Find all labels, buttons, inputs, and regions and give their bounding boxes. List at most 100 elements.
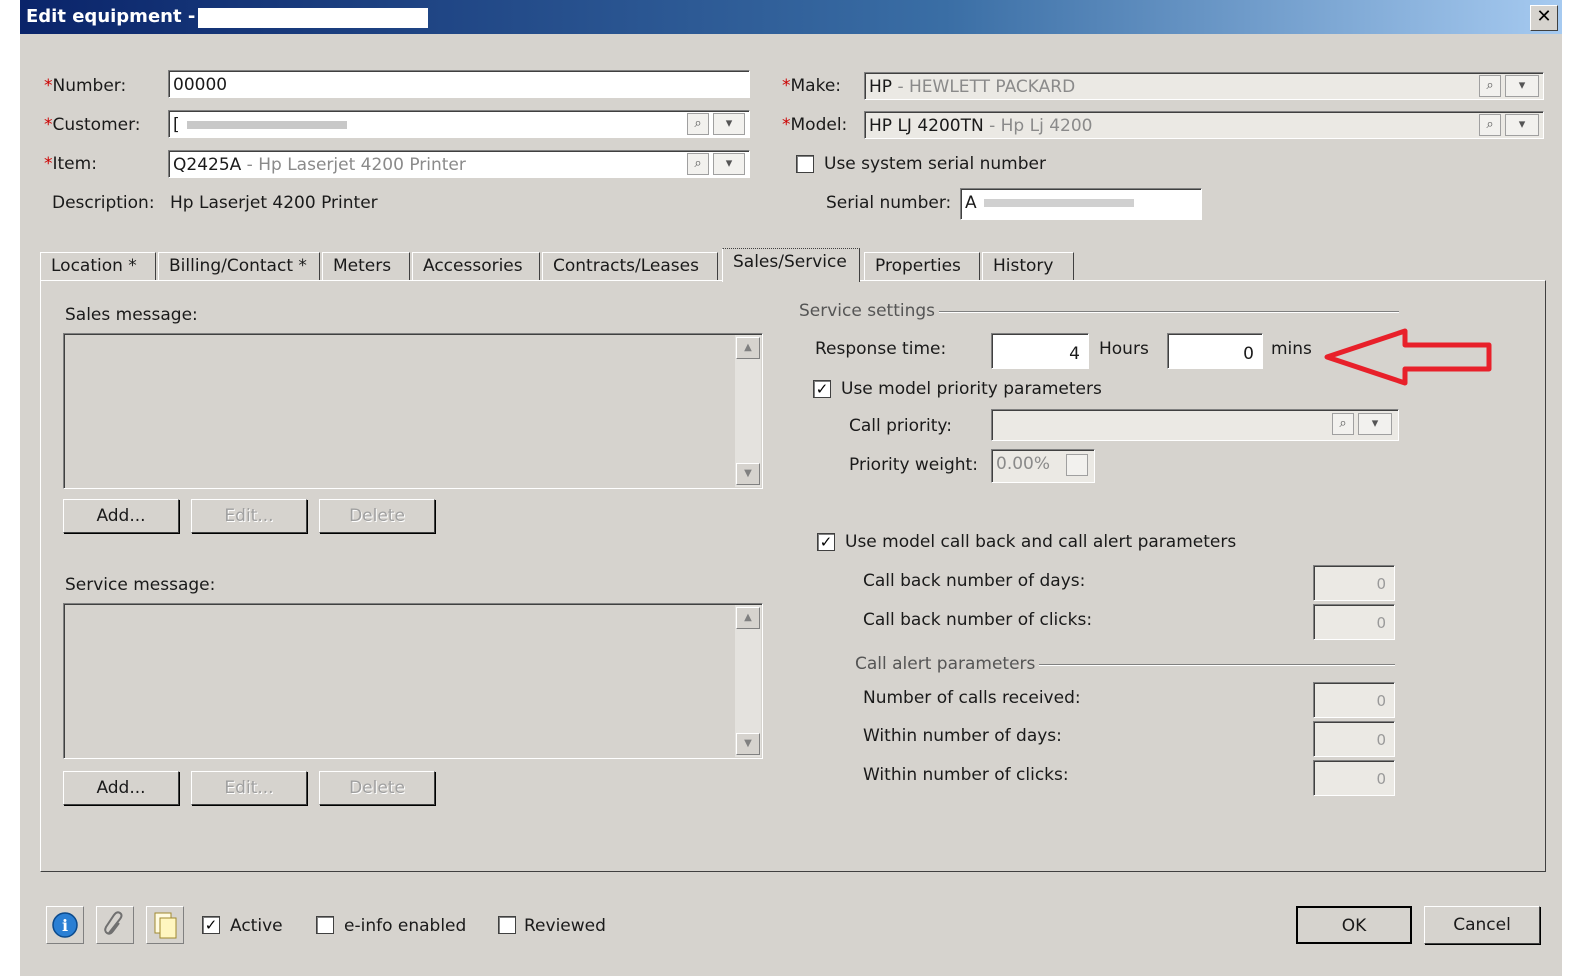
einfo-label: e-info enabled [344,916,467,936]
model-dropdown-icon[interactable]: ▾ [1505,114,1539,136]
item-lookup-icon[interactable]: ⌕ [687,153,709,175]
call-priority-field[interactable]: ⌕ ▾ [991,409,1399,441]
redacted-customer [187,121,348,129]
sales-delete-button[interactable]: Delete [319,499,435,533]
service-delete-button[interactable]: Delete [319,771,435,805]
mins-unit-label: mins [1271,339,1312,359]
use-model-callback-label: Use model call back and call alert param… [845,532,1237,552]
title-bar: Edit equipment - [ ✕ [20,0,1562,34]
response-mins-input[interactable]: 0 [1167,333,1263,369]
customer-dropdown-icon[interactable]: ▾ [713,113,745,135]
service-settings-caption: Service settings [795,301,940,321]
within-clicks-input[interactable]: 0 [1313,760,1395,796]
calls-received-label: Number of calls received: [863,688,1081,708]
scroll-down-icon[interactable]: ▼ [736,733,760,755]
priority-weight-label: Priority weight: [849,455,978,475]
reviewed-label: Reviewed [524,916,606,936]
serial-field[interactable]: A [960,188,1202,220]
description-label: Description: [52,193,155,213]
call-alert-caption: Call alert parameters [851,654,1040,674]
scroll-up-icon[interactable]: ▲ [736,607,760,629]
priority-weight-field[interactable]: 0.00% [991,449,1095,483]
service-message-label: Service message: [65,575,216,595]
make-lookup-icon[interactable]: ⌕ [1479,75,1501,97]
arrow-shape [1324,328,1492,386]
customer-lookup-icon[interactable]: ⌕ [687,113,709,135]
tab-properties[interactable]: Properties [864,252,980,280]
service-message-box[interactable]: ▲ ▼ [63,603,763,759]
sales-edit-button[interactable]: Edit... [191,499,307,533]
customer-field[interactable]: [ ⌕ ▾ [168,110,750,138]
use-model-priority-label: Use model priority parameters [841,379,1102,399]
model-lookup-icon[interactable]: ⌕ [1479,114,1501,136]
customer-label: *Customer: [44,115,141,135]
reviewed-checkbox[interactable] [498,916,516,934]
active-label: Active [230,916,283,936]
red-arrow-annotation [1324,328,1492,386]
use-system-serial-label: Use system serial number [824,154,1046,174]
attach-button[interactable] [96,906,134,944]
close-button[interactable]: ✕ [1530,5,1558,31]
within-days-label: Within number of days: [863,726,1062,746]
edit-equipment-window: Edit equipment - [ ✕ *Number: 00000 *Cus… [20,0,1562,976]
documents-icon [154,912,177,939]
sales-message-scrollbar[interactable]: ▲ ▼ [735,335,761,487]
tab-sales-service[interactable]: Sales/Service [722,248,860,282]
call-back-clicks-label: Call back number of clicks: [863,610,1093,630]
use-system-serial-checkbox[interactable] [796,155,814,173]
sales-message-box[interactable]: ▲ ▼ [63,333,763,489]
info-icon: i [52,912,78,938]
model-label: *Model: [782,115,848,135]
tab-history[interactable]: History [982,252,1074,280]
scroll-up-icon[interactable]: ▲ [736,337,760,359]
call-back-days-input[interactable]: 0 [1313,565,1395,601]
tab-contracts-leases[interactable]: Contracts/Leases [542,252,718,280]
ok-button[interactable]: OK [1296,906,1412,944]
calls-received-input[interactable]: 0 [1313,682,1395,718]
response-time-label: Response time: [815,339,947,359]
serial-label: Serial number: [826,193,952,213]
item-field[interactable]: Q2425A - Hp Laserjet 4200 Printer ⌕ ▾ [168,150,750,178]
service-add-button[interactable]: Add... [63,771,179,805]
use-model-callback-checkbox[interactable]: ✓ [817,533,835,551]
calculator-icon[interactable] [1066,454,1088,476]
response-hours-input[interactable]: 4 [991,333,1089,369]
info-button[interactable]: i [46,906,84,944]
redacted-serial [984,199,1135,207]
call-priority-dropdown-icon[interactable]: ▾ [1358,413,1392,435]
sales-add-button[interactable]: Add... [63,499,179,533]
redacted-title [198,8,428,28]
sales-service-panel: Sales message: ▲ ▼ Add... Edit... Delete… [40,280,1546,872]
tab-meters[interactable]: Meters [322,252,410,280]
service-message-scrollbar[interactable]: ▲ ▼ [735,605,761,757]
make-label: *Make: [782,76,842,96]
documents-button[interactable] [146,906,184,944]
sales-message-label: Sales message: [65,305,198,325]
number-field[interactable]: 00000 [168,70,750,98]
tab-accessories[interactable]: Accessories [412,252,540,280]
model-field[interactable]: HP LJ 4200TN - Hp Lj 4200 ⌕ ▾ [864,111,1544,139]
einfo-checkbox[interactable] [316,916,334,934]
tab-billing-contact[interactable]: Billing/Contact * [158,252,320,280]
service-edit-button[interactable]: Edit... [191,771,307,805]
cancel-button[interactable]: Cancel [1424,906,1540,944]
paperclip-icon [104,911,123,935]
make-field[interactable]: HP - HEWLETT PACKARD ⌕ ▾ [864,72,1544,100]
item-dropdown-icon[interactable]: ▾ [713,153,745,175]
window-title: Edit equipment - [ [26,6,210,27]
make-dropdown-icon[interactable]: ▾ [1505,75,1539,97]
call-back-days-label: Call back number of days: [863,571,1086,591]
within-clicks-label: Within number of clicks: [863,765,1069,785]
description-value: Hp Laserjet 4200 Printer [170,193,378,213]
active-checkbox[interactable]: ✓ [202,916,220,934]
item-label: *Item: [44,154,97,174]
within-days-input[interactable]: 0 [1313,721,1395,757]
number-label: *Number: [44,76,127,96]
call-priority-lookup-icon[interactable]: ⌕ [1332,413,1354,435]
svg-text:i: i [62,916,68,935]
tab-location[interactable]: Location * [40,252,156,280]
use-model-priority-checkbox[interactable]: ✓ [813,380,831,398]
hours-unit-label: Hours [1099,339,1149,359]
call-back-clicks-input[interactable]: 0 [1313,604,1395,640]
scroll-down-icon[interactable]: ▼ [736,463,760,485]
